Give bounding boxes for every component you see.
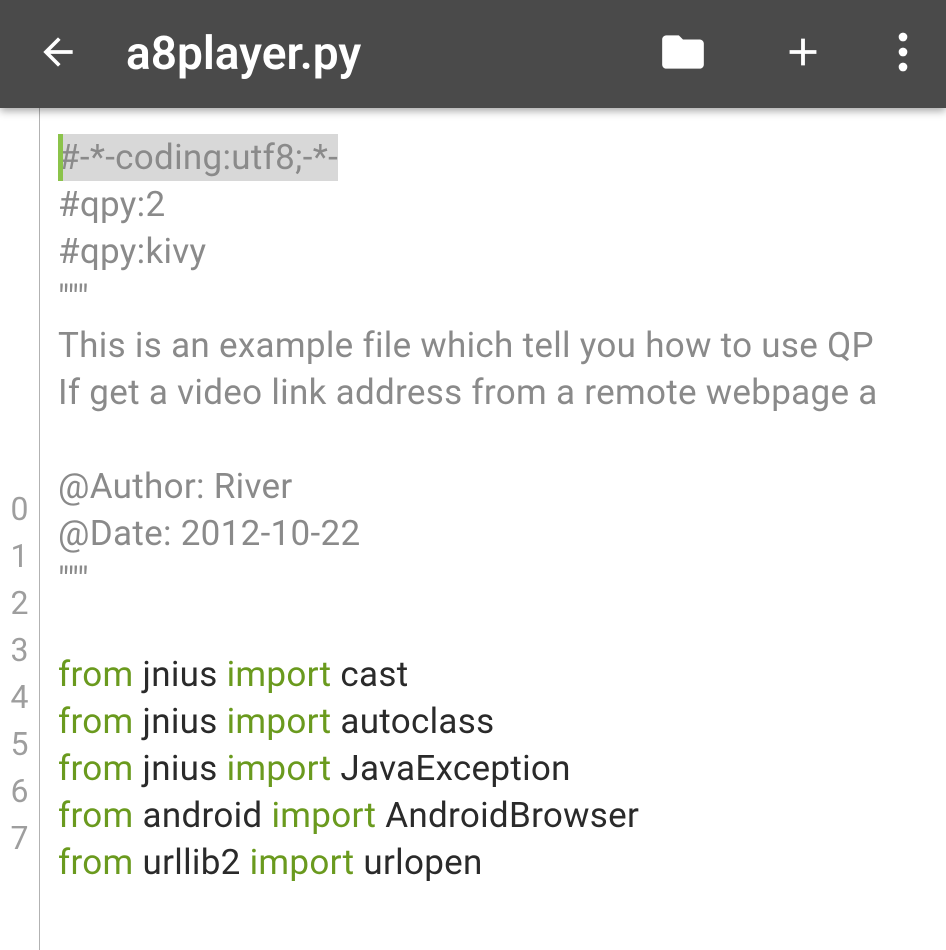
code-line[interactable] (58, 604, 928, 651)
app-toolbar: a8player.py (0, 0, 946, 108)
code-line[interactable]: """ (58, 557, 928, 604)
file-title: a8player.py (126, 27, 361, 81)
more-vert-icon (898, 31, 908, 73)
text-cursor (58, 134, 63, 181)
folder-button[interactable] (658, 27, 708, 81)
line-number: 4 (0, 674, 39, 721)
back-button[interactable] (28, 22, 88, 86)
code-line[interactable]: #qpy:2 (58, 181, 928, 228)
code-line[interactable]: from jnius import autoclass (58, 698, 928, 745)
code-line[interactable]: """ (58, 275, 928, 322)
back-arrow-icon (36, 30, 80, 74)
code-line[interactable]: @Author: River (58, 463, 928, 510)
code-line[interactable]: #-*-coding:utf8;-*- (58, 134, 928, 181)
code-line[interactable]: #qpy:kivy (58, 228, 928, 275)
plus-icon (780, 29, 826, 75)
code-line[interactable]: from android import AndroidBrowser (58, 792, 928, 839)
line-number: 1 (0, 533, 39, 580)
line-number: 0 (0, 486, 39, 533)
toolbar-left: a8player.py (28, 22, 658, 86)
editor-area: 0 1 2 3 4 5 6 7 #-*-coding:utf8;-*-#qpy:… (0, 108, 946, 950)
code-line[interactable]: from urllib2 import urlopen (58, 839, 928, 886)
code-line[interactable]: from jnius import JavaException (58, 745, 928, 792)
line-number: 3 (0, 627, 39, 674)
code-line[interactable]: If get a video link address from a remot… (58, 369, 928, 416)
line-number: 2 (0, 580, 39, 627)
more-menu-button[interactable] (898, 31, 908, 77)
line-number: 5 (0, 721, 39, 768)
toolbar-right (658, 27, 908, 81)
code-editor[interactable]: #-*-coding:utf8;-*-#qpy:2#qpy:kivy"""Thi… (40, 108, 946, 950)
code-line[interactable]: from jnius import cast (58, 651, 928, 698)
line-number: 7 (0, 815, 39, 862)
code-line[interactable]: This is an example file which tell you h… (58, 322, 928, 369)
code-line[interactable] (58, 416, 928, 463)
add-button[interactable] (780, 29, 826, 79)
code-line[interactable]: @Date: 2012-10-22 (58, 510, 928, 557)
line-number-gutter: 0 1 2 3 4 5 6 7 (0, 108, 40, 950)
folder-icon (658, 27, 708, 77)
line-number: 6 (0, 768, 39, 815)
